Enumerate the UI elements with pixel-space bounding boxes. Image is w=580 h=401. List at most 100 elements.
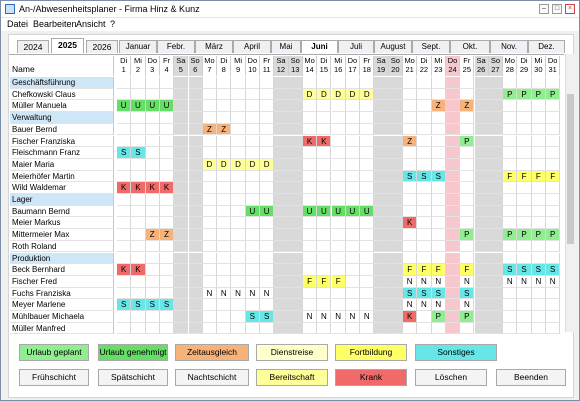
day-cell[interactable] bbox=[388, 170, 403, 183]
day-cell[interactable] bbox=[417, 229, 432, 241]
day-cell[interactable] bbox=[488, 77, 504, 89]
day-cell[interactable] bbox=[374, 264, 389, 276]
day-cell[interactable] bbox=[260, 299, 275, 311]
day-cell[interactable] bbox=[531, 205, 546, 218]
day-cell-P[interactable]: P bbox=[503, 229, 518, 241]
day-cell[interactable] bbox=[460, 194, 475, 206]
day-cell[interactable] bbox=[445, 112, 461, 124]
day-cell[interactable] bbox=[245, 170, 260, 183]
day-cell[interactable] bbox=[274, 217, 289, 230]
day-cell[interactable] bbox=[117, 287, 132, 300]
day-cell[interactable] bbox=[360, 229, 375, 241]
day-cell-U[interactable]: U bbox=[345, 205, 361, 218]
day-cell[interactable] bbox=[117, 205, 132, 218]
day-cell[interactable] bbox=[174, 182, 189, 194]
day-cell[interactable] bbox=[445, 194, 461, 206]
day-cell[interactable] bbox=[360, 182, 375, 194]
btn-spätschicht[interactable]: Spätschicht bbox=[98, 369, 168, 386]
day-cell[interactable] bbox=[117, 158, 132, 171]
day-cell[interactable] bbox=[131, 194, 146, 206]
day-cell[interactable] bbox=[431, 77, 446, 89]
day-cell[interactable] bbox=[159, 135, 175, 148]
day-cell[interactable] bbox=[145, 217, 160, 230]
day-cell[interactable] bbox=[431, 194, 446, 206]
day-cell[interactable] bbox=[503, 311, 518, 323]
day-cell[interactable] bbox=[302, 299, 318, 311]
day-cell[interactable] bbox=[202, 100, 218, 113]
day-cell[interactable] bbox=[488, 217, 504, 230]
day-cell[interactable] bbox=[445, 123, 461, 136]
day-cell[interactable] bbox=[403, 322, 418, 335]
btn-frühschicht[interactable]: Frühschicht bbox=[19, 369, 89, 386]
day-cell[interactable] bbox=[517, 158, 532, 171]
day-cell[interactable] bbox=[460, 112, 475, 124]
day-cell-U[interactable]: U bbox=[131, 100, 146, 113]
day-cell[interactable] bbox=[431, 135, 446, 148]
day-cell[interactable] bbox=[317, 170, 332, 183]
day-cell[interactable] bbox=[403, 205, 418, 218]
day-cell[interactable] bbox=[331, 135, 346, 148]
day-cell[interactable] bbox=[145, 205, 160, 218]
day-cell[interactable] bbox=[345, 229, 361, 241]
day-cell[interactable] bbox=[474, 229, 489, 241]
day-cell[interactable] bbox=[202, 170, 218, 183]
day-cell[interactable] bbox=[145, 170, 160, 183]
day-cell[interactable] bbox=[159, 240, 175, 253]
day-cell[interactable] bbox=[374, 182, 389, 194]
day-cell[interactable] bbox=[388, 311, 403, 323]
day-cell-U[interactable]: U bbox=[159, 100, 175, 113]
day-cell-D[interactable]: D bbox=[260, 158, 275, 171]
day-cell[interactable] bbox=[260, 194, 275, 206]
day-cell[interactable] bbox=[188, 275, 203, 288]
tab-month-11[interactable]: Nov. bbox=[490, 40, 528, 53]
day-cell[interactable] bbox=[145, 112, 160, 124]
day-cell[interactable] bbox=[245, 77, 260, 89]
day-cell[interactable] bbox=[188, 88, 203, 101]
day-cell[interactable] bbox=[159, 88, 175, 101]
day-cell[interactable] bbox=[217, 182, 232, 194]
day-cell[interactable] bbox=[231, 194, 246, 206]
day-cell[interactable] bbox=[131, 322, 146, 335]
day-cell[interactable] bbox=[117, 135, 132, 148]
day-cell[interactable] bbox=[474, 252, 489, 265]
day-cell[interactable] bbox=[245, 112, 260, 124]
day-cell[interactable] bbox=[488, 311, 504, 323]
day-cell-K[interactable]: K bbox=[403, 311, 418, 323]
day-cell[interactable] bbox=[331, 182, 346, 194]
tab-month-1[interactable]: Januar bbox=[119, 40, 157, 53]
day-cell[interactable] bbox=[345, 77, 361, 89]
day-cell[interactable] bbox=[474, 88, 489, 101]
btn-beenden[interactable]: Beenden bbox=[496, 369, 566, 386]
day-cell[interactable] bbox=[474, 77, 489, 89]
day-cell[interactable] bbox=[174, 170, 189, 183]
day-cell[interactable] bbox=[117, 275, 132, 288]
employee-row[interactable]: Wild Waldemar K K K K bbox=[9, 182, 564, 194]
tab-month-8[interactable]: August bbox=[374, 40, 412, 53]
day-cell[interactable] bbox=[331, 158, 346, 171]
day-cell[interactable] bbox=[345, 170, 361, 183]
day-cell-U[interactable]: U bbox=[117, 100, 132, 113]
day-cell[interactable] bbox=[403, 147, 418, 159]
day-cell[interactable] bbox=[445, 264, 461, 276]
day-cell[interactable] bbox=[360, 264, 375, 276]
day-cell-P[interactable]: P bbox=[460, 135, 475, 148]
day-cell[interactable] bbox=[374, 217, 389, 230]
day-cell[interactable] bbox=[317, 182, 332, 194]
day-cell[interactable] bbox=[288, 77, 303, 89]
day-cell[interactable] bbox=[503, 194, 518, 206]
day-cell[interactable] bbox=[159, 311, 175, 323]
day-cell[interactable] bbox=[331, 100, 346, 113]
day-cell[interactable] bbox=[288, 252, 303, 265]
day-cell[interactable] bbox=[417, 112, 432, 124]
day-cell[interactable] bbox=[488, 205, 504, 218]
day-cell[interactable] bbox=[260, 264, 275, 276]
day-cell[interactable] bbox=[517, 77, 532, 89]
day-cell-D[interactable]: D bbox=[245, 158, 260, 171]
day-cell-S[interactable]: S bbox=[417, 287, 432, 300]
day-cell[interactable] bbox=[288, 229, 303, 241]
day-cell[interactable] bbox=[474, 287, 489, 300]
day-cell[interactable] bbox=[531, 147, 546, 159]
day-cell[interactable] bbox=[360, 158, 375, 171]
day-cell[interactable] bbox=[245, 299, 260, 311]
day-cell-S[interactable]: S bbox=[403, 170, 418, 183]
